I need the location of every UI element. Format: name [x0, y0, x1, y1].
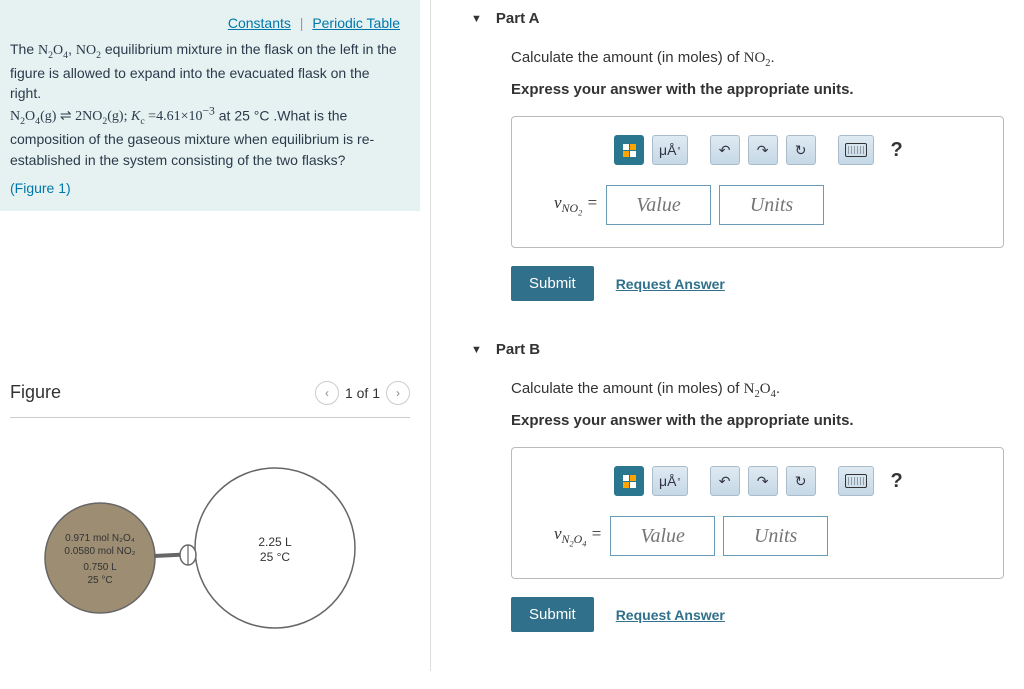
figure-section: Figure ‹ 1 of 1 › 0.971 mol N₂O₄ 0.0580 …: [0, 381, 420, 671]
help-button[interactable]: ?: [882, 466, 912, 496]
collapse-caret-icon: ▼: [471, 344, 482, 356]
reset-button[interactable]: ↻: [786, 135, 816, 165]
collapse-caret-icon: ▼: [471, 13, 482, 25]
template-button[interactable]: [614, 135, 644, 165]
part-b-request-answer-link[interactable]: Request Answer: [616, 607, 725, 623]
figure-pager: ‹ 1 of 1 ›: [315, 381, 410, 405]
part-b-answer-box: μÅ° ↶ ↷ ↻ ? νN2O4 =: [511, 447, 1004, 579]
keyboard-button[interactable]: [838, 466, 874, 496]
units-menu-button[interactable]: μÅ°: [652, 466, 688, 496]
part-b-express: Express your answer with the appropriate…: [511, 412, 1004, 429]
part-a-instruction: Calculate the amount (in moles) of NO2.: [511, 49, 1004, 69]
svg-text:25 °C: 25 °C: [260, 550, 290, 564]
svg-text:25 °C: 25 °C: [87, 575, 112, 586]
part-b-units-input[interactable]: [723, 516, 828, 556]
undo-button[interactable]: ↶: [710, 466, 740, 496]
part-a-express: Express your answer with the appropriate…: [511, 81, 1004, 98]
part-a-toolbar: μÅ° ↶ ↷ ↻ ?: [614, 135, 973, 165]
figure-prev-button[interactable]: ‹: [315, 381, 339, 405]
figure-next-button[interactable]: ›: [386, 381, 410, 405]
keyboard-icon: [845, 143, 867, 157]
part-a: ▼ Part A Calculate the amount (in moles)…: [471, 0, 1004, 301]
keyboard-icon: [845, 474, 867, 488]
figure-title: Figure: [10, 382, 61, 403]
part-a-header[interactable]: ▼ Part A: [471, 0, 1004, 37]
redo-button[interactable]: ↷: [748, 135, 778, 165]
link-separator: |: [300, 15, 304, 31]
part-b-title: Part B: [496, 341, 540, 358]
part-b-instruction: Calculate the amount (in moles) of N2O4.: [511, 380, 1004, 400]
problem-statement-box: Constants | Periodic Table The N2O4, NO2…: [0, 0, 420, 211]
reset-button[interactable]: ↻: [786, 466, 816, 496]
part-a-title: Part A: [496, 10, 540, 27]
reference-links: Constants | Periodic Table: [10, 15, 400, 31]
part-b-variable-label: νN2O4 =: [554, 524, 602, 549]
part-b-header[interactable]: ▼ Part B: [471, 331, 1004, 368]
keyboard-button[interactable]: [838, 135, 874, 165]
svg-text:2.25 L: 2.25 L: [258, 535, 292, 549]
part-a-answer-box: μÅ° ↶ ↷ ↻ ? νNO2 =: [511, 116, 1004, 248]
part-a-request-answer-link[interactable]: Request Answer: [616, 276, 725, 292]
part-b-value-input[interactable]: [610, 516, 715, 556]
part-b-toolbar: μÅ° ↶ ↷ ↻ ?: [614, 466, 973, 496]
redo-button[interactable]: ↷: [748, 466, 778, 496]
svg-text:0.971 mol N₂O₄: 0.971 mol N₂O₄: [65, 533, 135, 544]
part-a-variable-label: νNO2 =: [554, 193, 598, 218]
part-a-units-input[interactable]: [719, 185, 824, 225]
part-b: ▼ Part B Calculate the amount (in moles)…: [471, 331, 1004, 632]
units-menu-button[interactable]: μÅ°: [652, 135, 688, 165]
template-button[interactable]: [614, 466, 644, 496]
part-a-value-input[interactable]: [606, 185, 711, 225]
part-b-submit-button[interactable]: Submit: [511, 597, 594, 632]
undo-button[interactable]: ↶: [710, 135, 740, 165]
flask-diagram: 0.971 mol N₂O₄ 0.0580 mol NO₂ 0.750 L 25…: [20, 448, 380, 638]
svg-text:0.0580 mol NO₂: 0.0580 mol NO₂: [64, 546, 135, 557]
help-button[interactable]: ?: [882, 135, 912, 165]
part-a-submit-button[interactable]: Submit: [511, 266, 594, 301]
problem-text: The N2O4, NO2 equilibrium mixture in the…: [10, 39, 400, 170]
svg-text:0.750 L: 0.750 L: [83, 562, 117, 573]
figure-page-indicator: 1 of 1: [345, 385, 380, 401]
figure-reference-link[interactable]: (Figure 1): [10, 180, 400, 196]
constants-link[interactable]: Constants: [228, 15, 291, 31]
periodic-table-link[interactable]: Periodic Table: [312, 15, 400, 31]
